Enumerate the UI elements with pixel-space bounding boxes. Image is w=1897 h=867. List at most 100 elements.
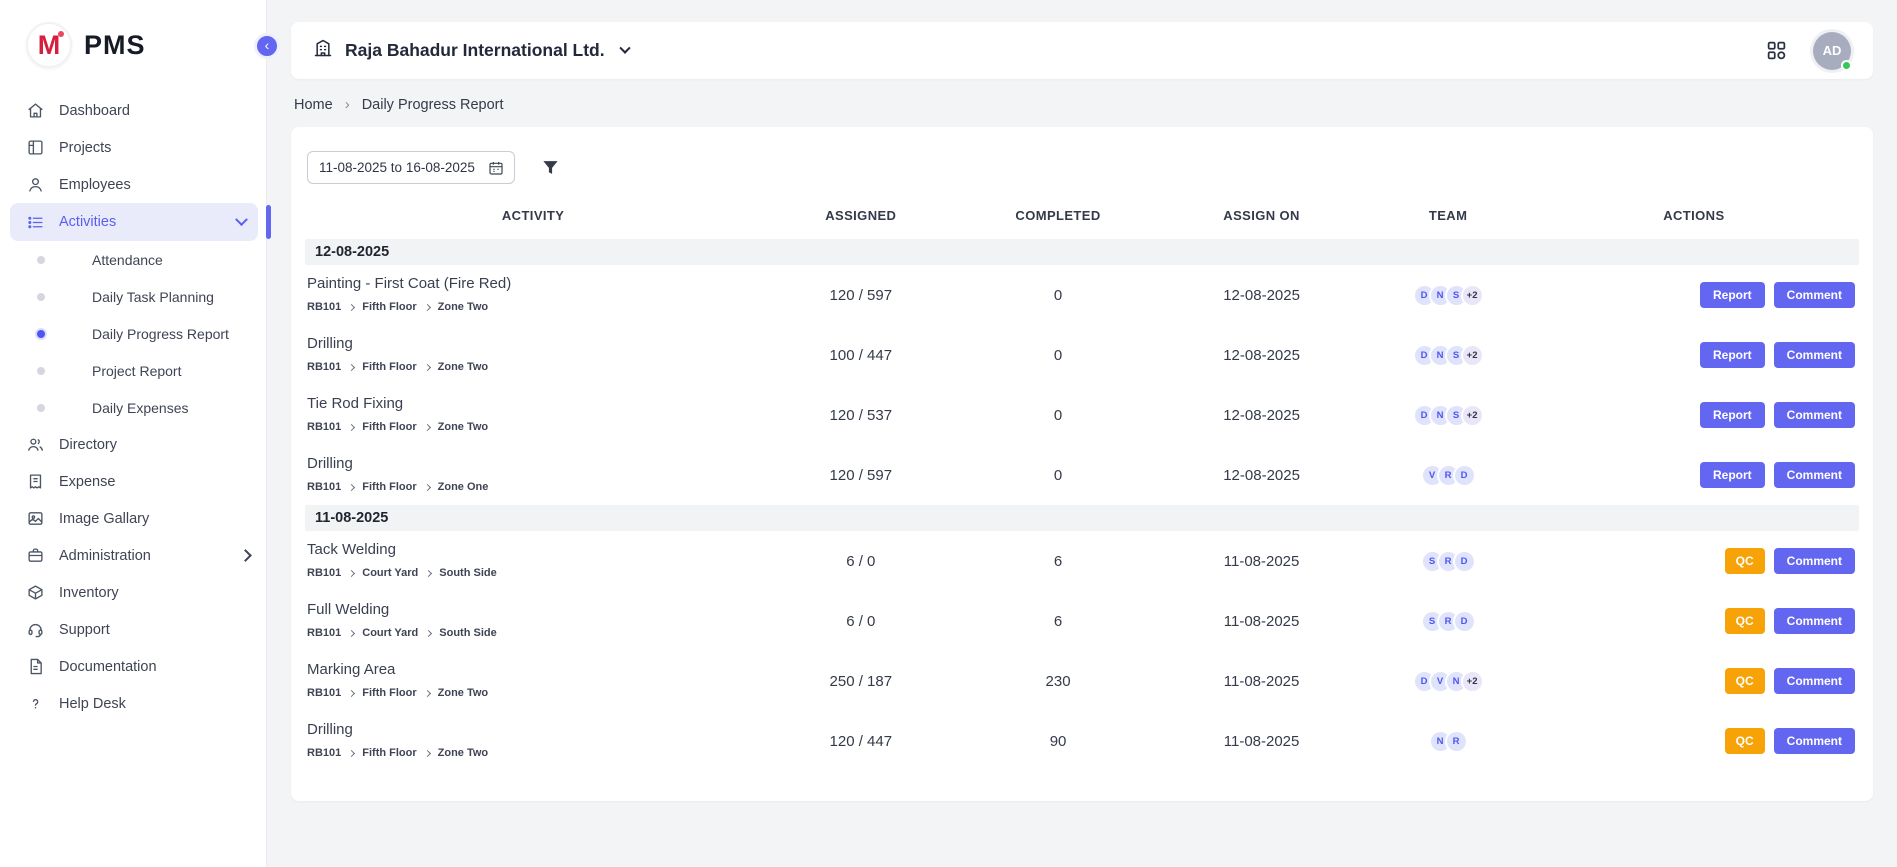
- apps-grid-icon[interactable]: [1766, 40, 1787, 61]
- comment-button[interactable]: Comment: [1774, 462, 1855, 488]
- sidebar-item-support[interactable]: Support: [0, 611, 266, 648]
- path-chevron-icon: [348, 483, 355, 490]
- company-selector[interactable]: Raja Bahadur International Ltd.: [313, 38, 629, 63]
- path-segment: South Side: [439, 567, 496, 579]
- qc-button[interactable]: QC: [1725, 728, 1765, 754]
- sidebar-item-image-gallary[interactable]: Image Gallary: [0, 500, 266, 537]
- sidebar-subitem-label: Attendance: [92, 252, 163, 268]
- sidebar-subitem-daily-progress-report[interactable]: Daily Progress Report: [0, 315, 266, 352]
- content-card: 11-08-2025 to 16-08-2025 ACTIVITYASSIGNE…: [291, 127, 1873, 801]
- team-member-avatar: D: [1453, 550, 1476, 573]
- completed-cell: 0: [960, 385, 1155, 445]
- expense-icon: [26, 473, 44, 491]
- team-extra-count: +2: [1461, 670, 1484, 693]
- activity-location-path: RB101Fifth FloorZone Two: [307, 747, 755, 759]
- assigned-cell: 120 / 537: [761, 385, 960, 445]
- column-header-completed: COMPLETED: [960, 194, 1155, 239]
- completed-cell: 90: [960, 711, 1155, 771]
- activity-location-path: RB101Fifth FloorZone Two: [307, 687, 755, 699]
- sidebar-item-employees[interactable]: Employees: [0, 166, 266, 203]
- activities-icon: [26, 213, 44, 231]
- team-member-avatar: D: [1453, 610, 1476, 633]
- comment-button[interactable]: Comment: [1774, 548, 1855, 574]
- comment-button[interactable]: Comment: [1774, 282, 1855, 308]
- breadcrumb-home[interactable]: Home: [294, 97, 333, 113]
- sidebar-subitem-daily-expenses[interactable]: Daily Expenses: [0, 389, 266, 426]
- sidebar-item-label: Directory: [59, 437, 117, 453]
- sidebar-item-activities[interactable]: Activities: [10, 203, 258, 241]
- assign-on-cell: 12-08-2025: [1156, 325, 1368, 385]
- sidebar-item-administration[interactable]: Administration: [0, 537, 266, 574]
- filter-funnel-icon[interactable]: [541, 158, 560, 177]
- report-button[interactable]: Report: [1700, 342, 1765, 368]
- table-row: Painting - First Coat (Fire Red)RB101Fif…: [305, 265, 1859, 325]
- path-segment: RB101: [307, 301, 341, 313]
- sidebar-item-directory[interactable]: Directory: [0, 426, 266, 463]
- report-button[interactable]: Report: [1700, 462, 1765, 488]
- comment-button[interactable]: Comment: [1774, 342, 1855, 368]
- app-title: PMS: [84, 30, 146, 61]
- sidebar-item-expense[interactable]: Expense: [0, 463, 266, 500]
- sidebar-item-dashboard[interactable]: Dashboard: [0, 92, 266, 129]
- path-segment: RB101: [307, 481, 341, 493]
- team-avatars: DNS+2: [1367, 404, 1528, 427]
- completed-cell: 0: [960, 325, 1155, 385]
- team-avatars: SRD: [1367, 610, 1528, 633]
- team-avatars: NR: [1367, 730, 1528, 753]
- path-segment: RB101: [307, 421, 341, 433]
- assign-on-cell: 12-08-2025: [1156, 385, 1368, 445]
- path-segment: Fifth Floor: [362, 481, 416, 493]
- activity-title: Drilling: [307, 335, 755, 352]
- date-range-input[interactable]: 11-08-2025 to 16-08-2025: [307, 151, 515, 184]
- sidebar-item-inventory[interactable]: Inventory: [0, 574, 266, 611]
- path-segment: Zone Two: [438, 421, 489, 433]
- activity-location-path: RB101Court YardSouth Side: [307, 567, 755, 579]
- sidebar-item-projects[interactable]: Projects: [0, 129, 266, 166]
- column-header-assign-on: ASSIGN ON: [1156, 194, 1368, 239]
- filter-row: 11-08-2025 to 16-08-2025: [305, 145, 1859, 194]
- path-chevron-icon: [424, 423, 431, 430]
- sidebar-collapse-button[interactable]: ‹: [254, 33, 280, 59]
- date-group-label: 11-08-2025: [305, 505, 1859, 531]
- row-actions: Report Comment: [1529, 342, 1859, 368]
- comment-button[interactable]: Comment: [1774, 728, 1855, 754]
- sidebar-subitem-project-report[interactable]: Project Report: [0, 352, 266, 389]
- path-segment: Fifth Floor: [362, 361, 416, 373]
- sidebar-item-label: Projects: [59, 140, 111, 156]
- sidebar-item-help-desk[interactable]: Help Desk: [0, 685, 266, 722]
- assigned-cell: 120 / 447: [761, 711, 960, 771]
- completed-cell: 6: [960, 531, 1155, 591]
- qc-button[interactable]: QC: [1725, 548, 1765, 574]
- activity-cell: Painting - First Coat (Fire Red)RB101Fif…: [305, 265, 761, 325]
- report-button[interactable]: Report: [1700, 282, 1765, 308]
- employees-icon: [26, 176, 44, 194]
- assigned-cell: 120 / 597: [761, 445, 960, 505]
- dashboard-icon: [26, 102, 44, 120]
- main-area: Raja Bahadur International Ltd. AD Home …: [267, 0, 1897, 867]
- qc-button[interactable]: QC: [1725, 668, 1765, 694]
- path-segment: Fifth Floor: [362, 747, 416, 759]
- activity-cell: Tie Rod FixingRB101Fifth FloorZone Two: [305, 385, 761, 445]
- comment-button[interactable]: Comment: [1774, 608, 1855, 634]
- sidebar-subitem-daily-task-planning[interactable]: Daily Task Planning: [0, 278, 266, 315]
- qc-button[interactable]: QC: [1725, 608, 1765, 634]
- user-avatar[interactable]: AD: [1813, 32, 1851, 70]
- report-button[interactable]: Report: [1700, 402, 1765, 428]
- assigned-cell: 250 / 187: [761, 651, 960, 711]
- activity-title: Tack Welding: [307, 541, 755, 558]
- comment-button[interactable]: Comment: [1774, 668, 1855, 694]
- path-chevron-icon: [348, 749, 355, 756]
- sidebar-item-label: Image Gallary: [59, 511, 149, 527]
- date-group-row: 12-08-2025: [305, 239, 1859, 265]
- sidebar-item-label: Inventory: [59, 585, 119, 601]
- path-segment: Zone One: [438, 481, 489, 493]
- date-range-value: 11-08-2025 to 16-08-2025: [319, 160, 475, 175]
- sidebar-item-documentation[interactable]: Documentation: [0, 648, 266, 685]
- sidebar-subitem-attendance[interactable]: Attendance: [0, 241, 266, 278]
- bullet-dot-icon: [37, 330, 45, 338]
- comment-button[interactable]: Comment: [1774, 402, 1855, 428]
- sidebar-subitem-label: Daily Expenses: [92, 400, 189, 416]
- activity-title: Drilling: [307, 721, 755, 738]
- path-chevron-icon: [425, 629, 432, 636]
- completed-cell: 230: [960, 651, 1155, 711]
